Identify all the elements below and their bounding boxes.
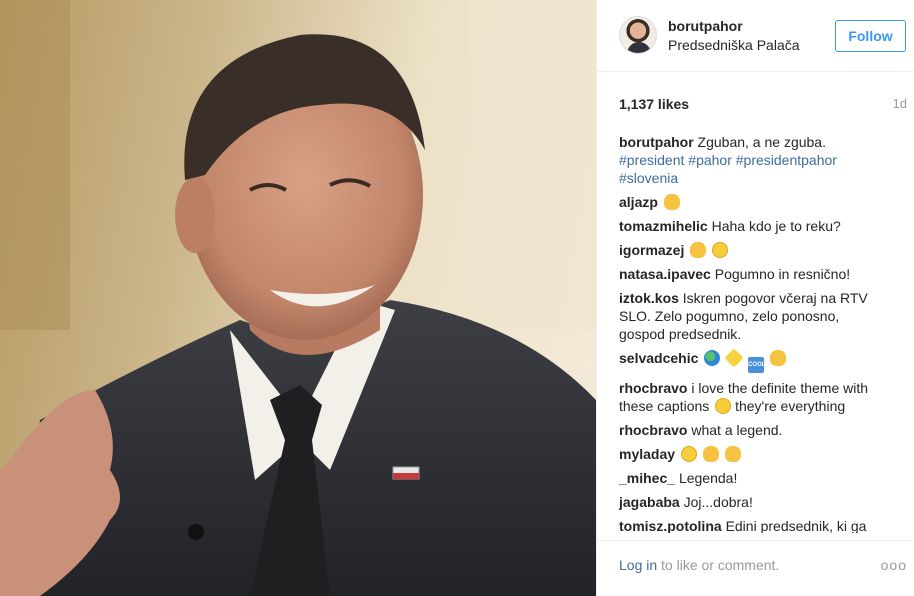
comment: igormazej — [619, 241, 887, 259]
comment-username[interactable]: aljazp — [619, 194, 658, 210]
comment: rhocbravo what a legend. — [619, 421, 887, 439]
owner-username[interactable]: borutpahor — [668, 18, 743, 34]
login-link[interactable]: Log in — [619, 557, 657, 573]
smiling-face-with-halo-icon — [712, 242, 729, 258]
post-side-panel: borutpahor Predsedniška Palača Follow 1,… — [596, 0, 914, 596]
more-options-button[interactable]: ooo — [881, 557, 907, 573]
caption-text: Zguban, a ne zguba. — [697, 134, 826, 150]
comment-username[interactable]: tomisz.potolina — [619, 518, 722, 533]
grinning-face-icon — [680, 446, 697, 462]
comment-username[interactable]: rhocbravo — [619, 380, 687, 396]
comment: _mihec_ Legenda! — [619, 469, 887, 487]
comment-username[interactable]: rhocbravo — [619, 422, 687, 438]
clapping-hands-icon — [724, 446, 741, 462]
grinning-face-with-sweat-icon — [715, 398, 732, 414]
avatar-image — [627, 42, 651, 53]
login-prompt: Log in to like or comment. — [619, 557, 779, 573]
thumbs-up-icon — [663, 194, 680, 210]
thumbs-up-icon — [769, 350, 786, 366]
cool-button-icon: COOL — [748, 357, 765, 373]
comment-username[interactable]: tomazmihelic — [619, 218, 708, 234]
post-location[interactable]: Predsedniška Palača — [668, 37, 800, 53]
hashtag[interactable]: #president — [619, 152, 684, 168]
comment-text: Joj...dobra! — [683, 494, 753, 510]
comment-text-continued: they're everything — [735, 398, 846, 414]
login-prompt-text: to like or comment. — [661, 557, 780, 573]
avatar[interactable] — [619, 16, 657, 54]
ok-hand-icon — [690, 242, 707, 258]
comments-list[interactable]: borutpahor Zguban, a ne zguba. #presiden… — [619, 133, 887, 533]
comment: rhocbravo i love the definite theme with… — [619, 379, 887, 415]
comment-text: what a legend. — [691, 422, 783, 438]
comment-username[interactable]: _mihec_ — [619, 470, 675, 486]
comment: iztok.kos Iskren pogovor včeraj na RTV S… — [619, 289, 887, 343]
comment: selvadcehic COOL — [619, 348, 887, 373]
comment-username[interactable]: jagababa — [619, 494, 680, 510]
globe-icon — [704, 350, 721, 366]
sparkle-icon — [724, 348, 744, 368]
comment-username[interactable]: selvadcehic — [619, 350, 698, 366]
caption: borutpahor Zguban, a ne zguba. #presiden… — [619, 133, 887, 187]
comment-text: Edini predsednik, ki ga — [725, 518, 867, 533]
comment-text: Legenda! — [678, 470, 738, 486]
comment-text: Haha kdo je to reku? — [711, 218, 841, 234]
comment: myladay — [619, 445, 887, 463]
hashtag[interactable]: #slovenia — [619, 170, 678, 186]
comment: jagababa Joj...dobra! — [619, 493, 887, 511]
post-header: borutpahor Predsedniška Palača Follow — [597, 0, 914, 72]
comment: aljazp — [619, 193, 887, 211]
comment: tomazmihelic Haha kdo je to reku? — [619, 217, 887, 235]
hashtag[interactable]: #pahor — [688, 152, 732, 168]
post-footer: Log in to like or comment. ooo — [597, 540, 914, 596]
comment: tomisz.potolina Edini predsednik, ki ga — [619, 517, 887, 533]
caption-username[interactable]: borutpahor — [619, 134, 694, 150]
comment-username[interactable]: natasa.ipavec — [619, 266, 711, 282]
portrait-illustration — [0, 0, 596, 596]
hashtag[interactable]: #presidentpahor — [736, 152, 837, 168]
comment-username[interactable]: igormazej — [619, 242, 684, 258]
comment-text: Pogumno in resnično! — [714, 266, 851, 282]
likes-count[interactable]: 1,137 likes — [619, 96, 689, 112]
comment-username[interactable]: myladay — [619, 446, 675, 462]
post-age[interactable]: 1d — [893, 96, 907, 111]
comment-username[interactable]: iztok.kos — [619, 290, 679, 306]
comment: natasa.ipavec Pogumno in resnično! — [619, 265, 887, 283]
clapping-hands-icon — [702, 446, 719, 462]
post-stats: 1,137 likes 1d — [619, 96, 907, 114]
follow-button[interactable]: Follow — [835, 20, 906, 52]
post-photo[interactable] — [0, 0, 596, 596]
